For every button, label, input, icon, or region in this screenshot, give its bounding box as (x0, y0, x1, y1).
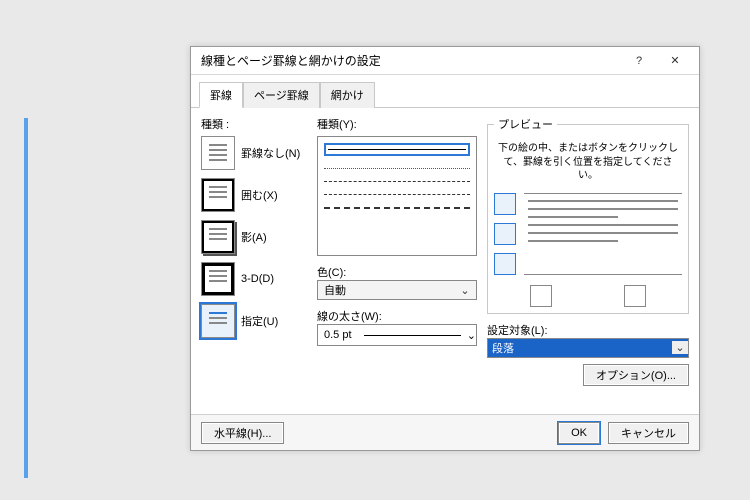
apply-to-combo[interactable]: 段落 ⌄ (487, 338, 689, 358)
setting-shadow-label: 影(A) (241, 229, 267, 245)
tab-borders[interactable]: 罫線 (199, 82, 243, 108)
preview-hmiddle-border-button[interactable] (494, 223, 516, 245)
preview-legend: プレビュー (494, 116, 557, 132)
apply-to-label: 設定対象(L): (487, 322, 689, 338)
setting-custom-label: 指定(U) (241, 313, 278, 329)
dialog-title: 線種とページ罫線と網かけの設定 (201, 52, 621, 69)
setting-shadow[interactable]: 影(A) (201, 220, 311, 254)
close-button[interactable]: ✕ (657, 51, 693, 71)
setting-group-label: 種類 : (201, 116, 311, 132)
width-label: 線の太さ(W): (317, 308, 477, 324)
tab-page-border[interactable]: ページ罫線 (243, 82, 320, 108)
color-combo[interactable]: 自動 ⌄ (317, 280, 477, 300)
chevron-down-icon: ⌄ (672, 341, 688, 354)
document-selection-strip (24, 118, 28, 478)
setting-3d[interactable]: 3-D(D) (201, 262, 311, 296)
dialog-footer: 水平線(H)... OK キャンセル (191, 414, 699, 450)
width-value: 0.5 pt (318, 329, 358, 341)
tab-strip: 罫線 ページ罫線 網かけ (191, 75, 699, 108)
titlebar: 線種とページ罫線と網かけの設定 ? ✕ (191, 47, 699, 75)
borders-shading-dialog: 線種とページ罫線と網かけの設定 ? ✕ 罫線 ページ罫線 網かけ 種類 : 罫線… (190, 46, 700, 451)
setting-none[interactable]: 罫線なし(N) (201, 136, 311, 170)
setting-custom[interactable]: 指定(U) (201, 304, 311, 338)
style-label: 種類(Y): (317, 116, 477, 132)
preview-group: プレビュー 下の絵の中、またはボタンをクリックして、罫線を引く位置を指定してくだ… (487, 116, 689, 314)
ok-button[interactable]: OK (558, 422, 600, 444)
tab-shading[interactable]: 網かけ (320, 82, 375, 108)
setting-box[interactable]: 囲む(X) (201, 178, 311, 212)
chevron-down-icon: ⌄ (467, 329, 476, 342)
line-style-list[interactable] (317, 136, 477, 256)
horizontal-line-button[interactable]: 水平線(H)... (201, 422, 284, 444)
cancel-button[interactable]: キャンセル (608, 422, 689, 444)
preview-right-border-button[interactable] (624, 285, 646, 307)
setting-box-label: 囲む(X) (241, 187, 278, 203)
preview-canvas[interactable] (524, 193, 682, 275)
setting-3d-label: 3-D(D) (241, 273, 274, 285)
preview-hint: 下の絵の中、またはボタンをクリックして、罫線を引く位置を指定してください。 (494, 142, 682, 183)
apply-to-value: 段落 (488, 340, 672, 356)
preview-bottom-border-button[interactable] (494, 253, 516, 275)
preview-top-border-button[interactable] (494, 193, 516, 215)
help-button[interactable]: ? (621, 51, 657, 71)
options-button[interactable]: オプション(O)... (583, 364, 689, 386)
preview-left-border-button[interactable] (530, 285, 552, 307)
width-combo[interactable]: 0.5 pt ⌄ (317, 324, 477, 346)
chevron-down-icon: ⌄ (458, 284, 472, 297)
color-value: 自動 (324, 282, 346, 298)
setting-none-label: 罫線なし(N) (241, 145, 300, 161)
color-label: 色(C): (317, 264, 477, 280)
